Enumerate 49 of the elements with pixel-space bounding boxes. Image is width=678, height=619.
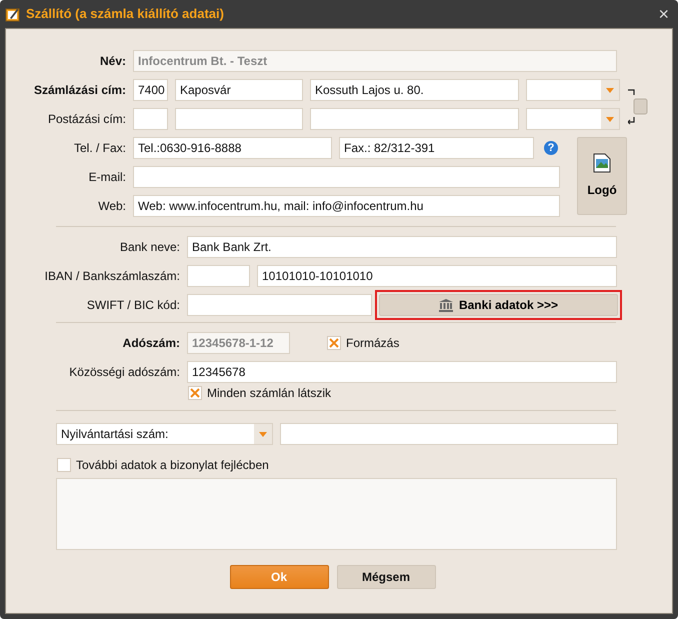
city-field[interactable] <box>175 108 303 130</box>
caret-icon <box>606 116 614 122</box>
bank-details-button[interactable]: Banki adatok >>> <box>379 294 618 316</box>
copy-address-icon[interactable] <box>628 89 648 125</box>
field-label: E-mail: <box>88 169 126 186</box>
registry-number-field[interactable] <box>280 423 618 445</box>
phone-field[interactable]: Tel.:0630-916-8888 <box>133 137 332 159</box>
fax-field[interactable]: Fax.: 82/312-391 <box>339 137 534 159</box>
notepad-icon <box>5 6 21 22</box>
close-button[interactable]: × <box>654 5 673 23</box>
window-title: Szállító (a számla kiállító adatai) <box>26 5 224 24</box>
checkbox-label: Formázás <box>346 335 400 352</box>
email-field[interactable] <box>133 166 560 188</box>
field-label: SWIFT / BIC kód: <box>86 297 180 314</box>
bank-icon <box>438 298 453 312</box>
checkbox-label: Minden számlán látszik <box>207 385 332 402</box>
help-icon[interactable]: ? <box>544 141 558 155</box>
swift-field[interactable] <box>187 294 372 316</box>
eu-tax-number-field[interactable]: 12345678 <box>187 361 617 383</box>
text-area[interactable] <box>56 478 617 550</box>
city-field[interactable]: Kaposvár <box>175 79 303 101</box>
dropdown[interactable] <box>526 79 620 101</box>
field-label: Tel. / Fax: <box>72 140 126 157</box>
image-file-icon <box>593 153 611 173</box>
field-label: IBAN / Bankszámlaszám: <box>44 268 180 285</box>
caret-icon <box>606 88 614 92</box>
caret-icon <box>259 432 267 436</box>
web-field[interactable]: Web: www.infocentrum.hu, mail: info@infocentrum.hu <box>133 195 560 217</box>
logo-button[interactable]: Logó <box>577 137 627 215</box>
field-label: Név: <box>98 53 126 70</box>
field-label: Adószám: <box>122 335 180 352</box>
checkbox-label: További adatok a bizonylat fejlécben <box>76 457 269 474</box>
checkbox[interactable] <box>57 458 71 472</box>
zip-field[interactable]: 7400 <box>133 79 168 101</box>
zip-field[interactable] <box>133 108 168 130</box>
field-label: Számlázási cím: <box>32 82 126 99</box>
bank-name-field[interactable]: Bank Bank Zrt. <box>187 236 617 258</box>
dropdown[interactable] <box>526 108 620 130</box>
field-label: Közösségi adószám: <box>68 364 180 381</box>
street-field[interactable]: Kossuth Lajos u. 80. <box>310 79 519 101</box>
cancel-button[interactable]: Mégsem <box>336 565 436 589</box>
checkbox[interactable] <box>188 386 202 400</box>
field-label: Postázási cím: <box>46 111 126 128</box>
street-field[interactable] <box>310 108 519 130</box>
field-label: Bank neve: <box>118 239 180 256</box>
dropdown[interactable]: Nyilvántartási szám: <box>56 423 273 445</box>
iban-field[interactable] <box>187 265 250 287</box>
account-number-field[interactable]: 10101010-10101010 <box>257 265 617 287</box>
field-label: Web: <box>97 198 126 215</box>
